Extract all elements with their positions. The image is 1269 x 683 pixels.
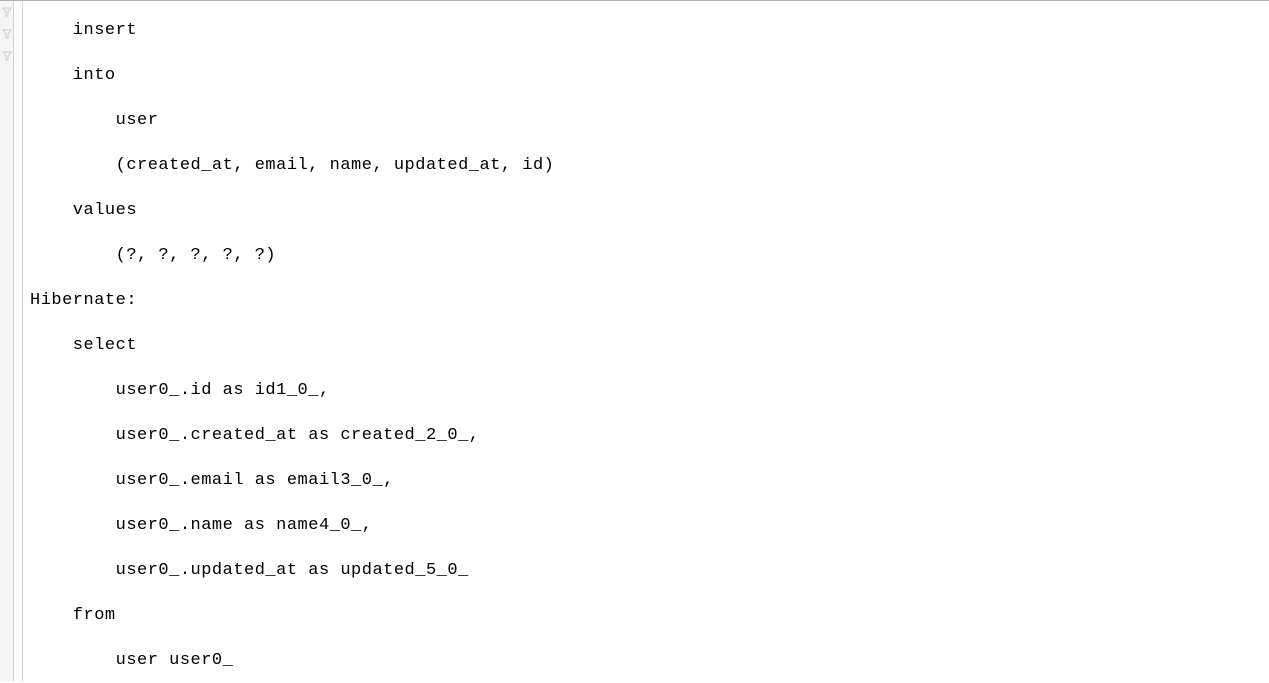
console-line: Hibernate: [30, 291, 148, 310]
console-line: user [30, 111, 158, 130]
console-line: user0_.email as email3_0_, [30, 471, 394, 490]
console-line: user0_.updated_at as updated_5_0_ [30, 561, 479, 580]
gutter-filter-icon[interactable] [0, 1, 14, 23]
console-line: values [30, 201, 137, 220]
console-output[interactable]: insert into user (created_at, email, nam… [30, 8, 1269, 681]
console-line: user0_.name as name4_0_, [30, 516, 372, 535]
console-line: from [30, 606, 116, 625]
console-vertical-rule [22, 1, 23, 681]
console-line: (created_at, email, name, updated_at, id… [30, 156, 565, 175]
console-line: (?, ?, ?, ?, ?) [30, 246, 276, 265]
gutter-filter-icon[interactable] [0, 23, 14, 45]
console-gutter[interactable] [0, 1, 14, 681]
console-line: user0_.created_at as created_2_0_, [30, 426, 479, 445]
console-line: into [30, 66, 116, 85]
console-line: select [30, 336, 137, 355]
console-line: insert [30, 21, 148, 40]
console-line: user0_.id as id1_0_, [30, 381, 330, 400]
panel-top-border [0, 0, 1269, 1]
console-line: user user0_ [30, 651, 244, 670]
gutter-filter-icon[interactable] [0, 45, 14, 67]
